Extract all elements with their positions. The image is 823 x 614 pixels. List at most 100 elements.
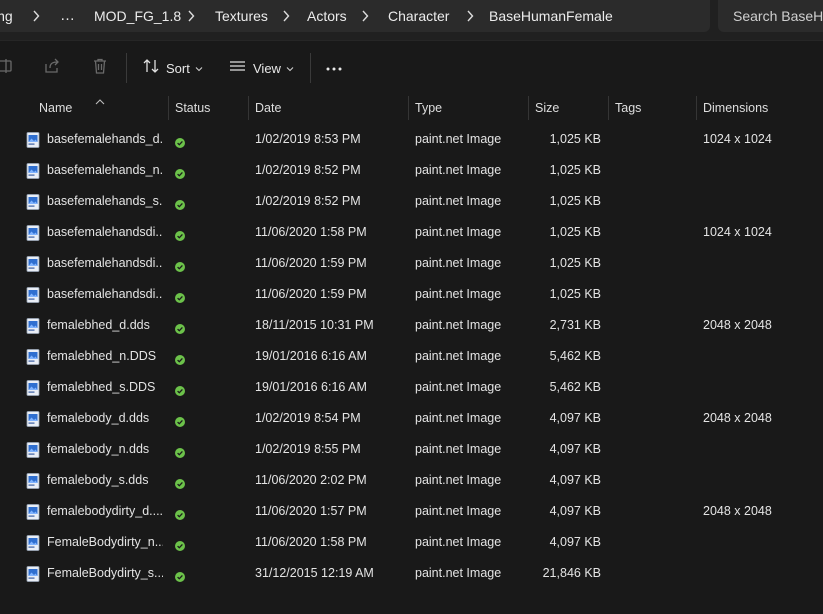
file-date: 1/02/2019 8:54 PM (255, 411, 361, 425)
image-file-icon (26, 349, 40, 365)
rename-icon (0, 57, 14, 80)
file-row[interactable]: FemaleBodydirty_s.... 31/12/2015 12:19 AM… (0, 558, 823, 589)
column-header-type[interactable]: Type (415, 94, 442, 122)
column-divider[interactable] (608, 96, 609, 120)
sync-status-check-icon (175, 383, 185, 396)
file-name: basefemalehands_s... (47, 194, 163, 208)
chevron-right-icon[interactable] (185, 0, 197, 32)
file-date: 31/12/2015 12:19 AM (255, 566, 374, 580)
breadcrumb-mod-fg[interactable]: MOD_FG_1.8 (94, 0, 181, 32)
breadcrumb-basehumanfemale[interactable]: BaseHumanFemale (489, 0, 613, 32)
file-type: paint.net Image (415, 287, 502, 301)
file-date: 1/02/2019 8:53 PM (255, 132, 361, 146)
file-row[interactable]: femalebhed_d.dds 18/11/2015 10:31 PM paint… (0, 310, 823, 341)
sync-status-check-icon (175, 352, 185, 365)
chevron-right-icon[interactable] (280, 0, 292, 32)
file-row[interactable]: basefemalehandsdi... 11/06/2020 1:59 PM pa… (0, 279, 823, 310)
file-name: femalebody_n.dds (47, 442, 150, 456)
file-dimensions: 2048 x 2048 (703, 411, 772, 425)
file-row[interactable]: femalebody_d.dds 1/02/2019 8:54 PM paint.n… (0, 403, 823, 434)
rename-button[interactable] (0, 55, 14, 81)
column-header-size[interactable]: Size (535, 94, 559, 122)
sort-button[interactable]: Sort (142, 55, 203, 81)
breadcrumb-textures[interactable]: Textures (215, 0, 268, 32)
chevron-right-icon[interactable] (359, 0, 371, 32)
file-size: 5,462 KB (549, 349, 601, 363)
sync-status-check-icon (175, 414, 185, 427)
file-size: 1,025 KB (549, 194, 601, 208)
view-button[interactable]: View (229, 55, 294, 81)
column-divider[interactable] (248, 96, 249, 120)
file-name: femalebhed_s.DDS (47, 380, 156, 394)
share-button[interactable] (43, 55, 61, 81)
file-name: basefemalehandsdi... (47, 256, 163, 270)
file-name: femalebhed_d.dds (47, 318, 150, 332)
column-divider[interactable] (168, 96, 169, 120)
file-name: basefemalehandsdi... (47, 287, 163, 301)
sync-status-check-icon (175, 538, 185, 551)
column-header-status[interactable]: Status (175, 94, 210, 122)
file-size: 5,462 KB (549, 380, 601, 394)
file-name: basefemalehands_d... (47, 132, 163, 146)
file-explorer-window: ing … MOD_FG_1.8 Textures Actors Charact… (0, 0, 823, 614)
file-date: 18/11/2015 10:31 PM (255, 318, 374, 332)
file-name: FemaleBodydirty_n.... (47, 535, 163, 549)
chevron-down-icon (286, 59, 294, 77)
file-row[interactable]: femalebhed_n.DDS 19/01/2016 6:16 AM paint.… (0, 341, 823, 372)
column-divider[interactable] (408, 96, 409, 120)
image-file-icon (26, 225, 40, 241)
file-row[interactable]: femalebody_s.dds 11/06/2020 2:02 PM paint.… (0, 465, 823, 496)
file-row[interactable]: basefemalehands_d... 1/02/2019 8:53 PM pai… (0, 124, 823, 155)
delete-button[interactable] (91, 55, 109, 81)
sort-icon (142, 57, 160, 80)
file-size: 1,025 KB (549, 132, 601, 146)
column-divider[interactable] (696, 96, 697, 120)
file-date: 11/06/2020 1:58 PM (255, 225, 367, 239)
sync-status-check-icon (175, 197, 185, 210)
breadcrumb-character[interactable]: Character (388, 0, 449, 32)
chevron-right-icon[interactable] (30, 0, 42, 32)
breadcrumb-actors[interactable]: Actors (307, 0, 347, 32)
image-file-icon (26, 535, 40, 551)
column-header-date[interactable]: Date (255, 94, 281, 122)
sync-status-check-icon (175, 507, 185, 520)
breadcrumb-overflow-icon[interactable]: … (60, 0, 76, 32)
file-row[interactable]: basefemalehandsdi... 11/06/2020 1:59 PM pa… (0, 248, 823, 279)
sync-status-check-icon (175, 259, 185, 272)
file-row[interactable]: FemaleBodydirty_n.... 11/06/2020 1:58 PM p… (0, 527, 823, 558)
file-row[interactable]: basefemalehands_n... 1/02/2019 8:52 PM pai… (0, 155, 823, 186)
file-row[interactable]: femalebody_n.dds 1/02/2019 8:55 PM paint.n… (0, 434, 823, 465)
address-bar[interactable]: ing … MOD_FG_1.8 Textures Actors Charact… (0, 0, 710, 32)
file-date: 11/06/2020 1:57 PM (255, 504, 367, 518)
file-dimensions: 1024 x 1024 (703, 132, 772, 146)
image-file-icon (26, 411, 40, 427)
file-type: paint.net Image (415, 411, 502, 425)
file-size: 4,097 KB (549, 504, 601, 518)
file-date: 19/01/2016 6:16 AM (255, 380, 367, 394)
search-input[interactable]: Search BaseHumanFemale (718, 0, 823, 32)
column-divider[interactable] (528, 96, 529, 120)
view-label: View (253, 60, 281, 76)
trash-icon (91, 57, 109, 80)
chevron-right-icon[interactable] (464, 0, 476, 32)
file-row[interactable]: basefemalehandsdi... 11/06/2020 1:58 PM pa… (0, 217, 823, 248)
file-name: femalebodydirty_d.... (47, 504, 163, 518)
column-header-dimensions[interactable]: Dimensions (703, 94, 768, 122)
image-file-icon (26, 380, 40, 396)
toolbar-divider (310, 53, 311, 83)
file-row[interactable]: basefemalehands_s... 1/02/2019 8:52 PM pai… (0, 186, 823, 217)
share-icon (43, 57, 61, 80)
file-size: 1,025 KB (549, 225, 601, 239)
more-options-button[interactable] (325, 55, 343, 81)
file-name: femalebody_d.dds (47, 411, 150, 425)
image-file-icon (26, 318, 40, 334)
file-row[interactable]: femalebodydirty_d.... 11/06/2020 1:57 PM p… (0, 496, 823, 527)
file-dimensions: 1024 x 1024 (703, 225, 772, 239)
file-row[interactable]: femalebhed_s.DDS 19/01/2016 6:16 AM paint.… (0, 372, 823, 403)
image-file-icon (26, 132, 40, 148)
image-file-icon (26, 566, 40, 582)
sync-status-check-icon (175, 166, 185, 179)
column-header-name[interactable]: Name (39, 94, 72, 122)
breadcrumb-ing[interactable]: ing (0, 0, 13, 32)
column-header-tags[interactable]: Tags (615, 94, 641, 122)
